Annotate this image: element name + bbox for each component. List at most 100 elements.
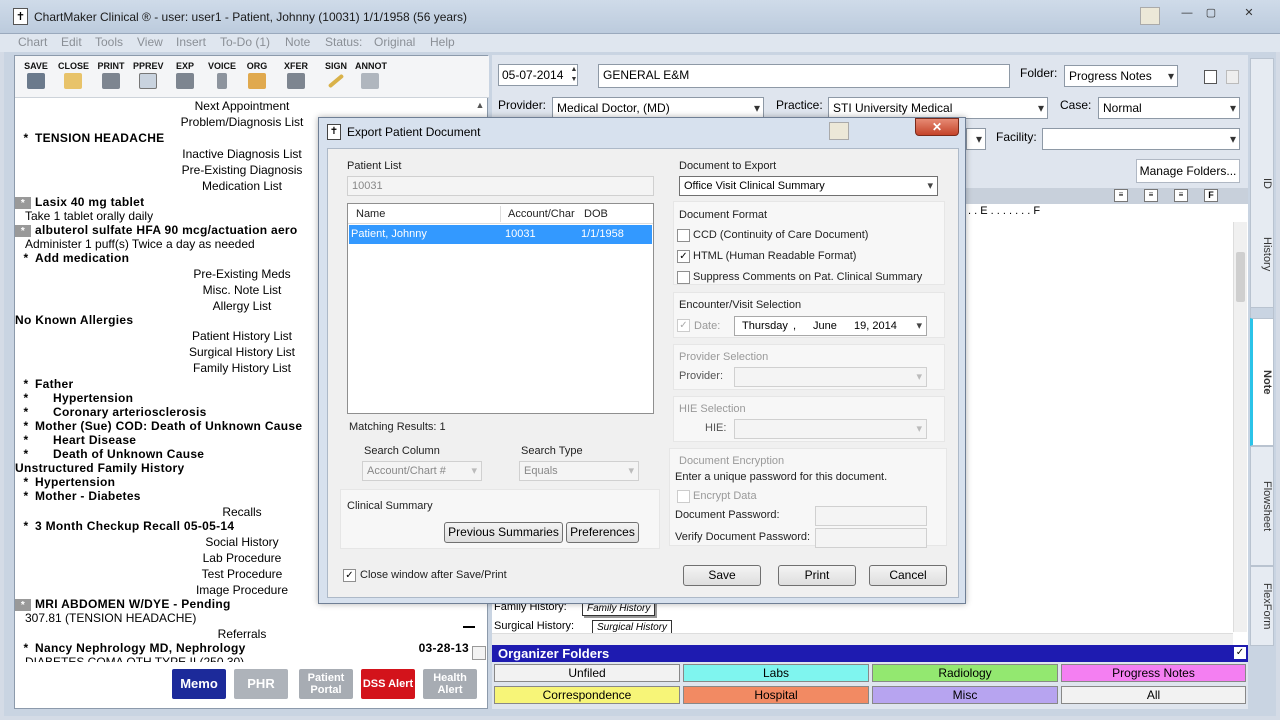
folder-progress-notes[interactable]: Progress Notes	[1061, 664, 1246, 682]
folder-correspondence[interactable]: Correspondence	[494, 686, 680, 704]
chart-list-item[interactable]: * 3 Month Checkup Recall 05-05-14	[15, 519, 325, 533]
save-button[interactable]: Save	[683, 565, 761, 586]
html-checkbox[interactable]: ✓	[677, 250, 690, 263]
case-select[interactable]: Normal	[1098, 97, 1240, 119]
table-row[interactable]: Patient, Johnny 10031 1/1/1958	[349, 225, 652, 244]
chart-list-item[interactable]: * MRI ABDOMEN W/DYE - Pending	[15, 597, 325, 611]
menu-chart[interactable]: Chart	[18, 35, 47, 49]
editor-scrollbar[interactable]	[1233, 222, 1247, 632]
chart-list-item[interactable]: * Nancy Nephrology MD, Nephrology 03-28-13	[15, 641, 473, 655]
folder-radiology[interactable]: Radiology	[872, 664, 1058, 682]
toolbar-voice[interactable]: VOICE	[207, 61, 237, 89]
patient-portal-button[interactable]: Patient Portal	[299, 669, 353, 699]
dialog-close-button[interactable]: ✕	[915, 118, 959, 136]
phr-button[interactable]: PHR	[234, 669, 288, 699]
menu-view[interactable]: View	[137, 35, 163, 49]
toolbar-org[interactable]: ORG	[242, 61, 272, 89]
chart-list-item[interactable]: No Known Allergies	[15, 313, 325, 327]
scrollbar-thumb[interactable]	[1236, 252, 1245, 302]
menu-todo[interactable]: To-Do (1)	[220, 35, 270, 49]
col-name[interactable]: Name	[356, 208, 385, 220]
chart-list-item[interactable]: * Lasix 40 mg tablet	[15, 195, 325, 209]
health-alert-button[interactable]: Health Alert	[423, 669, 477, 699]
previous-summaries-button[interactable]: Previous Summaries	[444, 522, 563, 543]
chart-list-item[interactable]: * Father	[15, 377, 325, 391]
organizer-checkbox[interactable]: ✓	[1234, 647, 1246, 659]
menu-status[interactable]: Status:	[325, 35, 362, 49]
toolbar-sign[interactable]: SIGN	[321, 61, 351, 89]
cancel-button[interactable]: Cancel	[869, 565, 947, 586]
toolbar-xfer[interactable]: XFER	[281, 61, 311, 89]
chart-list-item[interactable]: Referrals	[15, 627, 469, 641]
note-title-field[interactable]: GENERAL E&M	[598, 64, 1010, 88]
toolbar-exp[interactable]: EXP	[170, 61, 200, 89]
chart-list-item[interactable]: * Death of Unknown Cause	[15, 447, 325, 461]
col-account[interactable]: Account/Char	[508, 208, 575, 220]
menu-help[interactable]: Help	[430, 35, 455, 49]
chart-list-item[interactable]: * Coronary arteriosclerosis	[15, 405, 325, 419]
font-icon[interactable]: F	[1204, 189, 1218, 202]
close-window-checkbox[interactable]: ✓	[343, 569, 356, 582]
menu-insert[interactable]: Insert	[176, 35, 206, 49]
scroll-up-arrow-icon[interactable]: ▲	[473, 100, 487, 116]
facility-select[interactable]	[1042, 128, 1240, 150]
tab-flexform[interactable]: FlexForm	[1250, 566, 1274, 646]
manage-folders-button[interactable]: Manage Folders...	[1136, 159, 1240, 183]
folder-all[interactable]: All	[1061, 686, 1246, 704]
toolbar-close[interactable]: CLOSE	[58, 61, 89, 89]
detach-icon[interactable]	[1226, 70, 1239, 84]
scroll-corner[interactable]	[472, 646, 486, 660]
verify-password-input[interactable]	[815, 528, 927, 548]
patient-search-input[interactable]: 10031	[347, 176, 654, 196]
folder-misc[interactable]: Misc	[872, 686, 1058, 704]
chart-list-item[interactable]: * Heart Disease	[15, 433, 325, 447]
col-dob[interactable]: DOB	[584, 208, 608, 220]
date-picker[interactable]: Thursday , June 19, 2014	[734, 316, 927, 336]
print-button[interactable]: Print	[778, 565, 856, 586]
preferences-button[interactable]: Preferences	[566, 522, 639, 543]
chart-list-item[interactable]: * Mother - Diabetes	[15, 489, 325, 503]
search-column-select[interactable]: Account/Chart #	[362, 461, 482, 481]
chart-list-item[interactable]: * Add medication	[15, 251, 325, 265]
toolbar-print[interactable]: PRINT	[96, 61, 126, 89]
tab-history[interactable]: History	[1250, 190, 1274, 320]
chart-list-item[interactable]: * TENSION HEADACHE	[15, 131, 325, 145]
doc-to-export-select[interactable]: Office Visit Clinical Summary	[679, 176, 938, 196]
suppress-comments-checkbox[interactable]	[677, 271, 690, 284]
note-date-field[interactable]: 05-07-2014	[498, 64, 578, 86]
folder-unfiled[interactable]: Unfiled	[494, 664, 680, 682]
menu-edit[interactable]: Edit	[61, 35, 82, 49]
chart-list-item[interactable]: * Hypertension	[15, 475, 325, 489]
chart-list-item[interactable]: Unstructured Family History	[15, 461, 325, 475]
tab-note[interactable]: Note	[1250, 318, 1274, 446]
chart-list-item[interactable]: Take 1 tablet orally daily	[15, 209, 315, 223]
doc-password-input[interactable]	[815, 506, 927, 526]
hie-select[interactable]	[734, 419, 927, 439]
menu-tools[interactable]: Tools	[95, 35, 123, 49]
provider-select[interactable]: Medical Doctor, (MD)	[552, 97, 764, 119]
align-left-icon[interactable]: ≡	[1114, 189, 1128, 202]
dialog-provider-select[interactable]	[734, 367, 927, 387]
chart-list-item[interactable]: * Mother (Sue) COD: Death of Unknown Caus…	[15, 419, 325, 433]
close-button[interactable]: ✕	[1234, 5, 1264, 21]
align-center-icon[interactable]: ≡	[1144, 189, 1158, 202]
folder-select[interactable]: Progress Notes	[1064, 65, 1178, 87]
chart-list-item[interactable]: Next Appointment	[15, 99, 469, 113]
chart-list-item[interactable]: DIABETES COMA OTH TYPE II (250.30)	[15, 655, 315, 662]
collapse-icon[interactable]	[463, 626, 475, 628]
toolbar-annot[interactable]: ANNOT	[355, 61, 387, 89]
encrypt-data-checkbox[interactable]	[677, 490, 690, 503]
toolbar-pprev[interactable]: PPREV	[133, 61, 164, 89]
chart-list-item[interactable]: 307.81 (TENSION HEADACHE)	[15, 611, 315, 625]
chart-list-item[interactable]: * Hypertension	[15, 391, 325, 405]
note-type-select[interactable]	[966, 128, 986, 150]
tab-flowsheet[interactable]: Flowsheet	[1250, 446, 1274, 566]
date-spinner-icon[interactable]: ▲ ▼	[568, 65, 580, 85]
folder-labs[interactable]: Labs	[683, 664, 869, 682]
menu-note[interactable]: Note	[285, 35, 310, 49]
maximize-button[interactable]: ▢	[1196, 5, 1226, 21]
ccd-checkbox[interactable]	[677, 229, 690, 242]
align-right-icon[interactable]: ≡	[1174, 189, 1188, 202]
dss-alert-button[interactable]: DSS Alert	[361, 669, 415, 699]
chart-list-item[interactable]: Administer 1 puff(s) Twice a day as need…	[15, 237, 315, 251]
